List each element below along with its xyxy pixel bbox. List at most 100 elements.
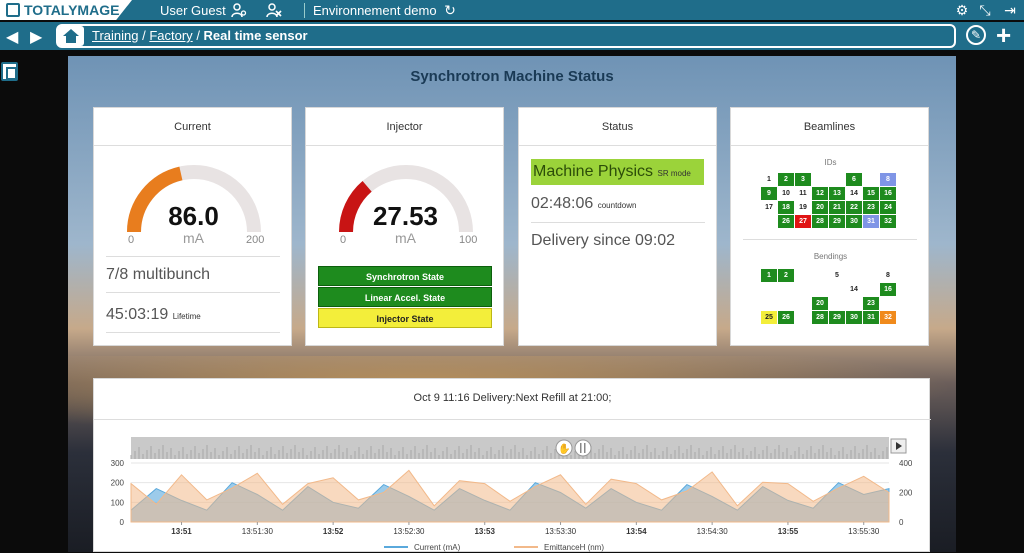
y-left-tick-label: 300 <box>111 459 125 468</box>
bending-cell-empty <box>761 283 777 296</box>
back-arrow-icon[interactable]: ◀ <box>6 27 18 47</box>
refresh-icon[interactable]: ↻ <box>442 2 458 18</box>
breadcrumb-separator: / <box>196 28 204 43</box>
id-cell-19[interactable]: 19 <box>795 201 811 214</box>
id-cell-30[interactable]: 30 <box>846 215 862 228</box>
id-cell-14[interactable]: 14 <box>846 187 862 200</box>
id-cell-28[interactable]: 28 <box>812 215 828 228</box>
bending-cell-14[interactable]: 14 <box>846 283 862 296</box>
injector-value: 27.53 <box>372 201 439 231</box>
id-cell-23[interactable]: 23 <box>863 201 879 214</box>
id-cell-32[interactable]: 32 <box>880 215 896 228</box>
chart-panel: Oct 9 11:16 Delivery:Next Refill at 21:0… <box>93 378 931 552</box>
x-tick-label: 13:51:30 <box>242 527 274 536</box>
synchrotron-state[interactable]: Synchrotron State <box>318 266 492 286</box>
brand-logo[interactable]: TOTALYMAGE <box>0 0 132 20</box>
bending-cell-empty <box>846 269 862 282</box>
bending-cell-empty <box>795 283 811 296</box>
edit-icon[interactable]: ✎ <box>966 25 986 45</box>
id-cell-26[interactable]: 26 <box>778 215 794 228</box>
id-cell-3[interactable]: 3 <box>795 173 811 186</box>
id-cell-17[interactable]: 17 <box>761 201 777 214</box>
bending-cell-31[interactable]: 31 <box>863 311 879 324</box>
bending-cell-empty <box>795 269 811 282</box>
legend-label[interactable]: EmittanceH (nm) <box>544 543 604 552</box>
navigator-range-handle[interactable] <box>574 439 592 457</box>
bending-cell-empty <box>880 297 896 310</box>
bending-cell-2[interactable]: 2 <box>778 269 794 282</box>
breadcrumb-training[interactable]: Training <box>92 28 138 43</box>
lifetime-value: 45:03:19 <box>106 306 169 323</box>
collapse-icon[interactable]: ⤡ <box>977 2 993 18</box>
id-cell-31[interactable]: 31 <box>863 215 879 228</box>
id-cell-18[interactable]: 18 <box>778 201 794 214</box>
id-cell-6[interactable]: 6 <box>846 173 862 186</box>
id-cell-10[interactable]: 10 <box>778 187 794 200</box>
panel-title: Injector <box>306 108 503 146</box>
bending-cell-29[interactable]: 29 <box>829 311 845 324</box>
environment-label: Environnement demo <box>304 3 437 18</box>
bending-cell-32[interactable]: 32 <box>880 311 896 324</box>
id-cell-13[interactable]: 13 <box>829 187 845 200</box>
bending-cell-8[interactable]: 8 <box>880 269 896 282</box>
bending-cell-23[interactable]: 23 <box>863 297 879 310</box>
id-cell-22[interactable]: 22 <box>846 201 862 214</box>
id-cell-16[interactable]: 16 <box>880 187 896 200</box>
dashboard-icon[interactable] <box>1 62 18 81</box>
x-tick-label: 13:55 <box>778 527 799 536</box>
bending-cell-16[interactable]: 16 <box>880 283 896 296</box>
linear-accel-state[interactable]: Linear Accel. State <box>318 287 492 307</box>
injector-min: 0 <box>340 234 347 246</box>
bending-cell-30[interactable]: 30 <box>846 311 862 324</box>
bending-cell-20[interactable]: 20 <box>812 297 828 310</box>
id-cell-20[interactable]: 20 <box>812 201 828 214</box>
user-remove-icon[interactable] <box>266 2 282 18</box>
forward-arrow-icon[interactable]: ▶ <box>30 27 42 47</box>
user-name: User Guest <box>160 3 226 18</box>
id-cell-15[interactable]: 15 <box>863 187 879 200</box>
plus-icon[interactable]: + <box>996 22 1011 48</box>
ids-grid: 1 2 3 6 8 9 10 11 12 13 14 15 16 17 18 19 20 21 22 23 24 26 27… <box>761 173 896 228</box>
id-cell-9[interactable]: 9 <box>761 187 777 200</box>
home-icon[interactable] <box>58 26 84 46</box>
y-right-tick-label: 0 <box>899 518 904 527</box>
id-cell-1[interactable]: 1 <box>761 173 777 186</box>
id-cell-8[interactable]: 8 <box>880 173 896 186</box>
current-max: 200 <box>246 234 265 246</box>
legend-label[interactable]: Current (mA) <box>414 543 461 552</box>
logout-icon[interactable]: ⇥ <box>1002 2 1018 18</box>
gear-icon[interactable]: ⚙ <box>954 2 970 18</box>
current-value: 86.0 <box>168 201 219 231</box>
top-bar: TOTALYMAGE User Guest Environnement demo… <box>0 0 1024 20</box>
id-cell-11[interactable]: 11 <box>795 187 811 200</box>
bending-cell-28[interactable]: 28 <box>812 311 828 324</box>
x-tick-label: 13:55:30 <box>848 527 880 536</box>
injector-state[interactable]: Injector State <box>318 308 492 328</box>
id-cell-21[interactable]: 21 <box>829 201 845 214</box>
brand-name: TOTALYMAGE <box>24 2 120 18</box>
id-cell-24[interactable]: 24 <box>880 201 896 214</box>
bending-cell-25[interactable]: 25 <box>761 311 777 324</box>
current-panel: Current 86.0 mA 0 200 7/8 multibunch 45:… <box>93 107 292 346</box>
bending-cell-5[interactable]: 5 <box>829 269 845 282</box>
bendings-grid: 1 2 5 8 14 16 20 23 25 26 28 29 30 31 32 <box>761 269 896 324</box>
bending-cell-1[interactable]: 1 <box>761 269 777 282</box>
user-settings-icon[interactable] <box>231 2 247 18</box>
id-cell-empty <box>812 173 828 186</box>
breadcrumb-factory[interactable]: Factory <box>149 28 192 43</box>
id-cell-12[interactable]: 12 <box>812 187 828 200</box>
machine-mode: Machine Physics <box>533 163 654 180</box>
x-tick-label: 13:53 <box>474 527 495 536</box>
bending-cell-empty <box>795 297 811 310</box>
id-cell-27[interactable]: 27 <box>795 215 811 228</box>
breadcrumb-current: Real time sensor <box>203 28 308 43</box>
bending-cell-empty <box>829 297 845 310</box>
injector-panel: Injector 27.53 mA 0 100 Synchrotron Stat… <box>305 107 504 346</box>
y-right-tick-label: 200 <box>899 489 913 498</box>
x-tick-label: 13:51 <box>171 527 192 536</box>
id-cell-29[interactable]: 29 <box>829 215 845 228</box>
panel-title: Current <box>94 108 291 146</box>
multibunch-text: 7/8 multibunch <box>106 266 211 283</box>
id-cell-2[interactable]: 2 <box>778 173 794 186</box>
bending-cell-26[interactable]: 26 <box>778 311 794 324</box>
